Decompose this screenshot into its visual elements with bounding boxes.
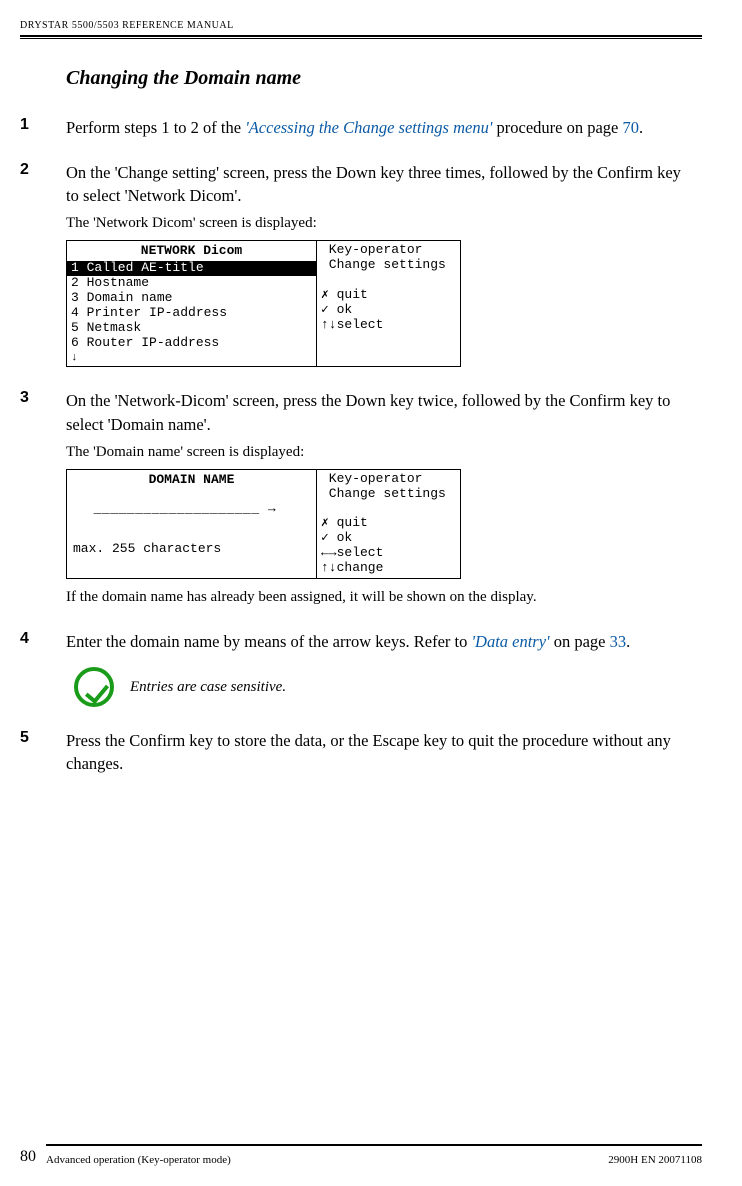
lcd-screen-label: Change settings (321, 258, 456, 273)
step-3-aftertext: If the domain name has already been assi… (66, 587, 692, 608)
lcd-quit-hint: ✗ quit (321, 288, 456, 303)
lcd-mode-label: Key-operator (321, 472, 456, 487)
lcd-select-hint: ←→select (321, 546, 456, 561)
lcd-item-domain-name: 3 Domain name (67, 291, 316, 306)
step-1: 1 Perform steps 1 to 2 of the 'Accessing… (66, 116, 692, 139)
lcd-title: NETWORK Dicom (67, 241, 316, 261)
step-1-text-pre: Perform steps 1 to 2 of the (66, 118, 245, 137)
lcd-gap (321, 273, 456, 288)
step-4: 4 Enter the domain name by means of the … (66, 630, 692, 707)
step-number: 5 (20, 729, 50, 747)
lcd-scroll-arrow-icon: ↓ (67, 351, 316, 366)
lcd-ok-hint: ✓ ok (321, 531, 456, 546)
page-number: 80 (20, 1148, 46, 1166)
header-rule (20, 35, 702, 39)
step-number: 1 (20, 116, 50, 134)
step-1-text-post: . (639, 118, 643, 137)
lcd-item-called-ae-title: 1 Called AE-title (67, 261, 316, 276)
lcd-mode-label: Key-operator (321, 243, 456, 258)
lcd-domain-name: DOMAIN NAME ____________________ → max. … (66, 469, 461, 580)
lcd-item-hostname: 2 Hostname (67, 276, 316, 291)
footer-rule (46, 1144, 702, 1146)
lcd-item-router-ip: 6 Router IP-address (67, 336, 316, 351)
footer-left-text: Advanced operation (Key-operator mode) (46, 1154, 608, 1166)
lcd-change-hint: ↑↓change (321, 561, 456, 576)
step-3: 3 On the 'Network-Dicom' screen, press t… (66, 389, 692, 608)
lcd-gap (321, 502, 456, 517)
step-number: 4 (20, 630, 50, 648)
lcd-select-hint: ↑↓select (321, 318, 456, 333)
step-4-text-post: . (626, 632, 630, 651)
link-page-70[interactable]: 70 (622, 118, 639, 137)
lcd-title: DOMAIN NAME (67, 470, 316, 490)
step-3-subtext: The 'Domain name' screen is displayed: (66, 442, 692, 463)
lcd-item-netmask: 5 Netmask (67, 321, 316, 336)
checkmark-icon (74, 667, 114, 707)
step-2-subtext: The 'Network Dicom' screen is displayed: (66, 213, 692, 234)
step-5-text: Press the Confirm key to store the data,… (66, 729, 692, 775)
step-1-text-mid: procedure on page (492, 118, 622, 137)
link-data-entry[interactable]: 'Data entry' (472, 632, 550, 651)
lcd-input-field: ____________________ → (67, 490, 316, 522)
step-number: 3 (20, 389, 50, 407)
note-text: Entries are case sensitive. (130, 677, 286, 698)
lcd-ok-hint: ✓ ok (321, 303, 456, 318)
step-3-text: On the 'Network-Dicom' screen, press the… (66, 389, 692, 435)
lcd-max-chars: max. 255 characters (67, 536, 316, 558)
step-4-text-mid: on page (550, 632, 610, 651)
footer-right-text: 2900H EN 20071108 (608, 1154, 702, 1166)
step-2-text: On the 'Change setting' screen, press th… (66, 161, 692, 207)
running-header: DRYSTAR 5500/5503 REFERENCE MANUAL (20, 20, 702, 35)
lcd-item-printer-ip: 4 Printer IP-address (67, 306, 316, 321)
link-page-33[interactable]: 33 (610, 632, 627, 651)
step-5: 5 Press the Confirm key to store the dat… (66, 729, 692, 775)
lcd-quit-hint: ✗ quit (321, 516, 456, 531)
step-2: 2 On the 'Change setting' screen, press … (66, 161, 692, 367)
section-title: Changing the Domain name (66, 67, 692, 90)
step-number: 2 (20, 161, 50, 179)
page-footer: 80 Advanced operation (Key-operator mode… (0, 1144, 742, 1168)
lcd-network-dicom: NETWORK Dicom 1 Called AE-title 2 Hostna… (66, 240, 461, 367)
step-4-text-pre: Enter the domain name by means of the ar… (66, 632, 472, 651)
link-accessing-change-settings[interactable]: 'Accessing the Change settings menu' (245, 118, 492, 137)
lcd-screen-label: Change settings (321, 487, 456, 502)
note-block: Entries are case sensitive. (74, 667, 692, 707)
